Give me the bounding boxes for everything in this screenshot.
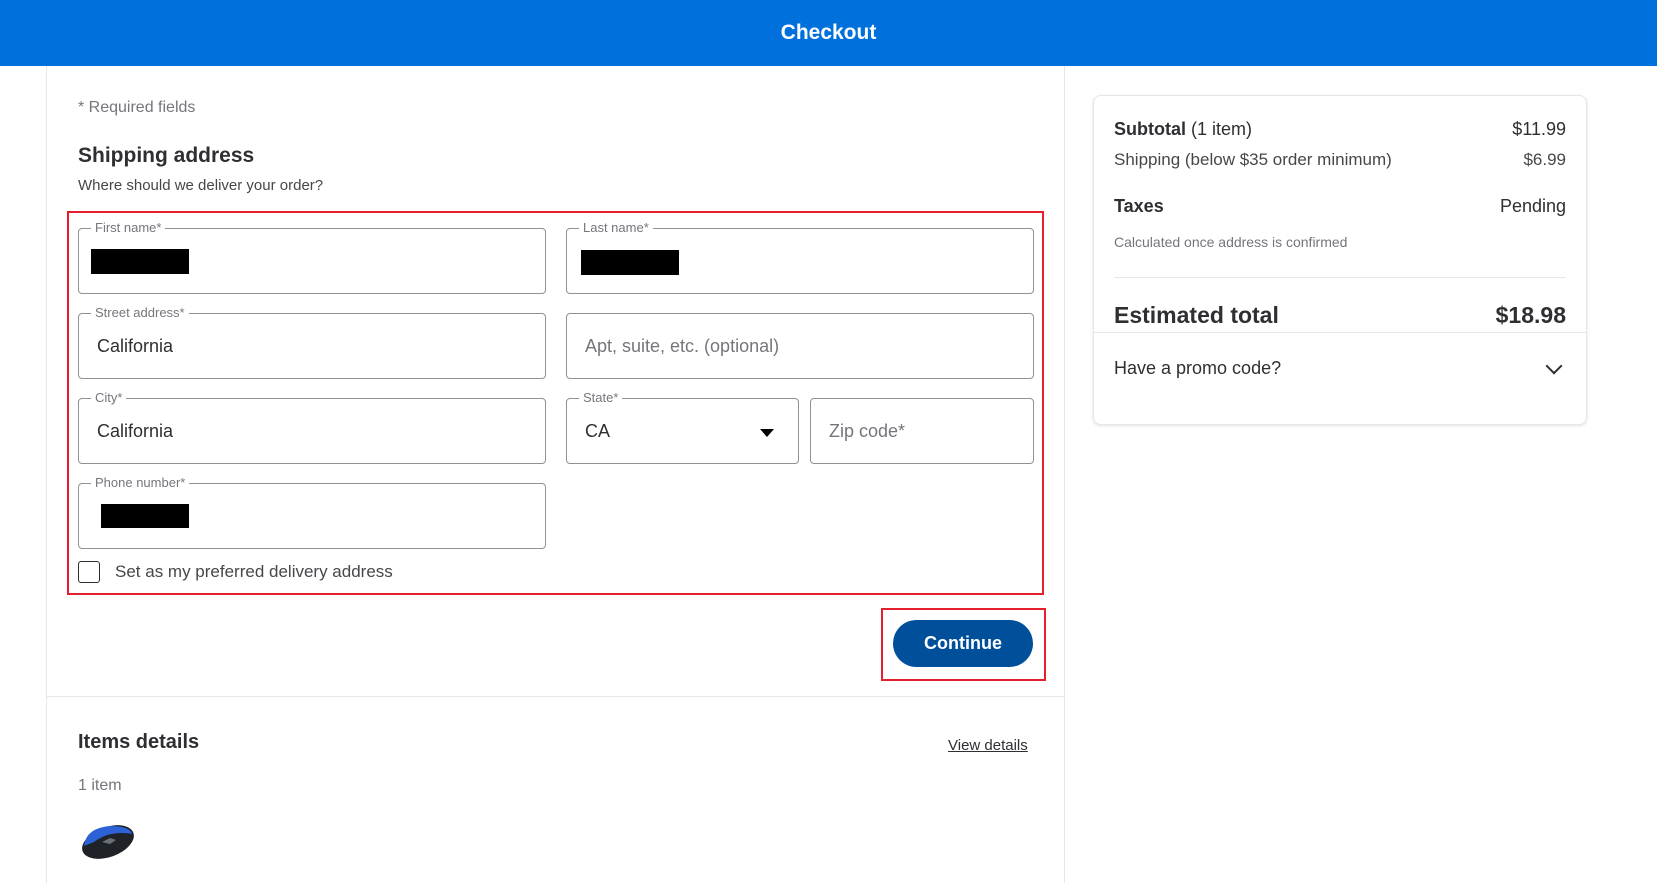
items-details-title: Items details	[78, 731, 200, 753]
taxes-note-row: Calculated once address is confirmed	[1114, 234, 1566, 250]
subtotal-row: Subtotal (1 item) $11.99	[1114, 119, 1566, 140]
promo-divider	[1094, 332, 1586, 333]
view-details-link[interactable]: View details	[948, 737, 1028, 754]
last-name-label: Last name*	[579, 220, 653, 235]
redacted-last-name	[581, 250, 679, 275]
city-value: California	[97, 421, 174, 441]
checkout-header: Checkout	[0, 0, 1657, 66]
page-title: Checkout	[780, 21, 877, 44]
street-address-value: California	[97, 336, 174, 356]
dropdown-caret-icon	[760, 429, 774, 437]
shipping-row: Shipping (below $35 order minimum) $6.99	[1114, 150, 1566, 170]
subtotal-label: Subtotal	[1114, 119, 1186, 139]
summary-divider	[1114, 277, 1566, 278]
taxes-label: Taxes	[1114, 196, 1164, 216]
section-divider	[47, 696, 1064, 697]
item-count: 1 item	[78, 777, 122, 794]
last-name-field[interactable]: Last name*	[566, 220, 1034, 294]
city-label: City*	[91, 390, 127, 405]
redacted-phone-number	[101, 504, 189, 528]
apt-suite-field[interactable]: Apt, suite, etc. (optional)	[566, 313, 1034, 379]
street-address-label: Street address*	[91, 305, 189, 320]
shipping-label: Shipping (below $35 order minimum)	[1114, 150, 1392, 169]
apt-suite-placeholder: Apt, suite, etc. (optional)	[585, 336, 780, 356]
state-label: State*	[579, 390, 623, 405]
estimated-total-value: $18.98	[1495, 302, 1566, 328]
zip-code-placeholder: Zip code*	[829, 421, 906, 441]
zip-code-field[interactable]: Zip code*	[810, 398, 1034, 464]
subtotal-value: $11.99	[1512, 119, 1566, 139]
phone-number-label: Phone number*	[91, 475, 190, 490]
street-address-field[interactable]: Street address* California	[78, 305, 546, 379]
phone-number-field[interactable]: Phone number*	[78, 475, 546, 549]
continue-button[interactable]: Continue	[893, 620, 1033, 667]
estimated-total-label: Estimated total	[1114, 302, 1279, 328]
promo-code-label: Have a promo code?	[1114, 358, 1282, 378]
shipping-value: $6.99	[1523, 150, 1566, 169]
estimated-total-row: Estimated total $18.98	[1114, 302, 1566, 329]
first-name-label: First name*	[91, 220, 166, 235]
required-fields-note: * Required fields	[78, 99, 196, 116]
taxes-row: Taxes Pending	[1114, 196, 1566, 217]
city-field[interactable]: City* California	[78, 390, 546, 464]
shipping-address-title: Shipping address	[78, 144, 255, 167]
preferred-address-label[interactable]: Set as my preferred delivery address	[115, 562, 393, 582]
promo-code-toggle[interactable]: Have a promo code?	[1114, 357, 1566, 379]
shipping-address-subtitle: Where should we deliver your order?	[78, 177, 324, 194]
subtotal-count: (1 item)	[1191, 119, 1253, 139]
redacted-first-name	[91, 249, 189, 274]
state-select[interactable]: State* CA	[566, 390, 799, 464]
item-thumbnail-mouse	[80, 820, 136, 860]
preferred-address-checkbox[interactable]	[78, 561, 100, 583]
taxes-value: Pending	[1499, 196, 1566, 216]
order-summary-card: Subtotal (1 item) $11.99 Shipping (below…	[1093, 95, 1587, 425]
chevron-down-icon	[1545, 357, 1563, 374]
taxes-note: Calculated once address is confirmed	[1114, 234, 1348, 250]
first-name-field[interactable]: First name*	[78, 220, 546, 294]
state-value: CA	[585, 421, 611, 441]
